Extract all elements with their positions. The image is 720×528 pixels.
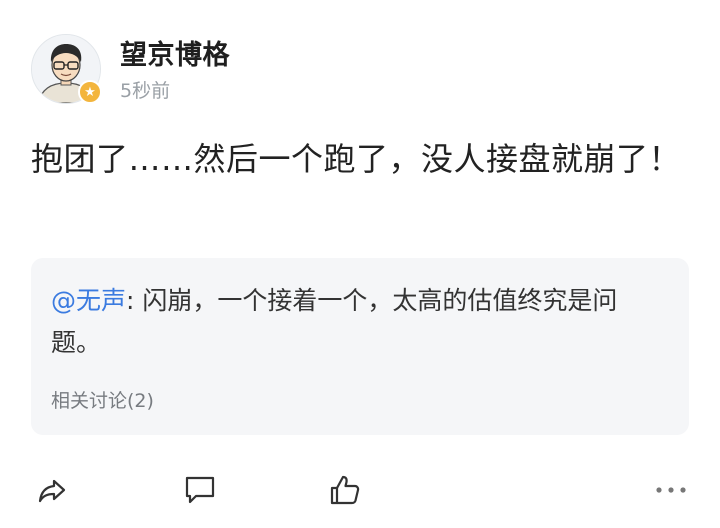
comment-button[interactable]: [178, 468, 222, 512]
post-content: 抱团了……然后一个跑了，没人接盘就崩了！: [31, 140, 682, 178]
post-timestamp: 5秒前: [120, 80, 171, 102]
share-icon: [38, 479, 66, 503]
verified-badge-icon: ★: [78, 80, 102, 104]
related-discussion-link[interactable]: 相关讨论(2): [51, 388, 154, 414]
quoted-comment: @无声: 闪崩，一个接着一个，太高的估值终究是问题。: [51, 280, 661, 364]
post-header: ★ 望京博格 5秒前: [0, 0, 720, 120]
share-button[interactable]: [30, 468, 74, 512]
more-icon: [656, 487, 686, 493]
like-icon: [330, 475, 360, 505]
mention-link[interactable]: @无声: [51, 286, 126, 315]
mention-separator: :: [126, 286, 143, 315]
more-button[interactable]: [649, 468, 693, 512]
comment-icon: [185, 476, 215, 504]
action-bar: [0, 468, 720, 520]
quoted-comment-card[interactable]: @无声: 闪崩，一个接着一个，太高的估值终究是问题。 相关讨论(2): [31, 258, 689, 435]
like-button[interactable]: [323, 468, 367, 512]
author-name[interactable]: 望京博格: [120, 36, 230, 76]
